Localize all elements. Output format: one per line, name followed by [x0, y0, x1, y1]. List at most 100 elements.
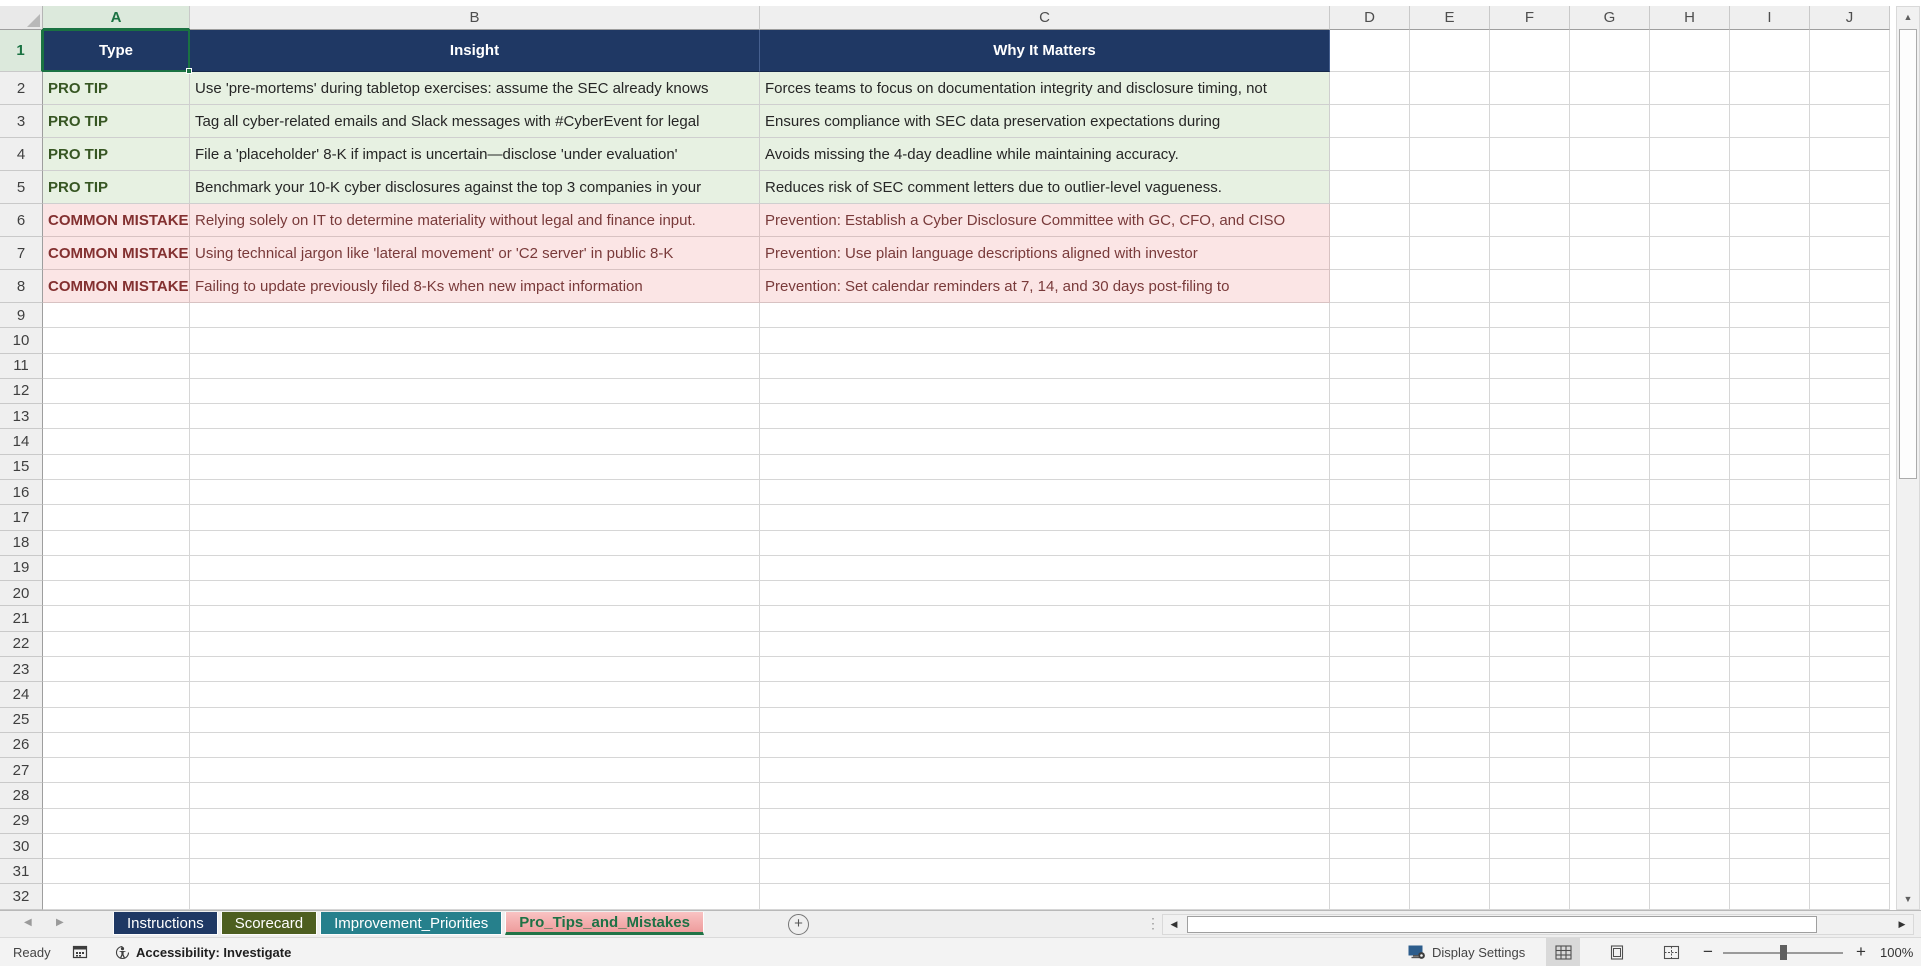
cell-H27[interactable]: [1650, 758, 1730, 784]
cell-A7[interactable]: COMMON MISTAKE: [43, 237, 190, 270]
cell-G22[interactable]: [1570, 631, 1650, 657]
row-header-28[interactable]: 28: [0, 783, 43, 809]
select-all-button[interactable]: [0, 6, 43, 30]
cell-J32[interactable]: [1810, 884, 1890, 910]
cell-F2[interactable]: [1490, 72, 1570, 105]
cell-E16[interactable]: [1410, 479, 1490, 506]
cell-B14[interactable]: [190, 429, 760, 455]
cell-G32[interactable]: [1570, 884, 1650, 910]
cell-J22[interactable]: [1810, 631, 1890, 657]
cell-C31[interactable]: [760, 859, 1330, 885]
cell-D8[interactable]: [1330, 270, 1410, 303]
cell-H1[interactable]: [1650, 30, 1730, 72]
cell-C23[interactable]: [760, 656, 1330, 683]
cell-F5[interactable]: [1490, 171, 1570, 204]
cell-J3[interactable]: [1810, 105, 1890, 138]
row-header-2[interactable]: 2: [0, 72, 43, 105]
cell-A18[interactable]: [43, 530, 190, 556]
row-header-9[interactable]: 9: [0, 303, 43, 329]
row-header-26[interactable]: 26: [0, 732, 43, 759]
sheet-tab-instructions[interactable]: Instructions: [113, 912, 218, 935]
cell-H20[interactable]: [1650, 581, 1730, 607]
cell-C3[interactable]: Ensures compliance with SEC data preserv…: [760, 105, 1330, 138]
cell-B12[interactable]: [190, 378, 760, 405]
cell-B8[interactable]: Failing to update previously filed 8-Ks …: [190, 270, 760, 303]
row-header-13[interactable]: 13: [0, 404, 43, 430]
cell-D15[interactable]: [1330, 454, 1410, 480]
column-header-E[interactable]: E: [1410, 6, 1490, 30]
cell-E6[interactable]: [1410, 204, 1490, 237]
cell-A1[interactable]: Type: [43, 30, 190, 72]
cell-J25[interactable]: [1810, 707, 1890, 733]
cell-A14[interactable]: [43, 429, 190, 455]
row-header-3[interactable]: 3: [0, 105, 43, 138]
cell-D9[interactable]: [1330, 303, 1410, 329]
sheet-tab-improvement-priorities[interactable]: Improvement_Priorities: [320, 912, 503, 935]
cell-F20[interactable]: [1490, 581, 1570, 607]
cell-F17[interactable]: [1490, 505, 1570, 531]
cell-G17[interactable]: [1570, 505, 1650, 531]
accessibility-checker[interactable]: Accessibility: Investigate: [114, 938, 291, 966]
cell-C6[interactable]: Prevention: Establish a Cyber Disclosure…: [760, 204, 1330, 237]
zoom-slider-handle[interactable]: [1780, 945, 1787, 960]
cell-I30[interactable]: [1730, 833, 1810, 860]
cell-B15[interactable]: [190, 454, 760, 480]
cell-I16[interactable]: [1730, 479, 1810, 506]
cell-F4[interactable]: [1490, 138, 1570, 171]
cell-C22[interactable]: [760, 631, 1330, 657]
cell-H21[interactable]: [1650, 606, 1730, 632]
cell-I15[interactable]: [1730, 454, 1810, 480]
cell-J14[interactable]: [1810, 429, 1890, 455]
cell-H26[interactable]: [1650, 732, 1730, 759]
cell-B30[interactable]: [190, 833, 760, 860]
cell-H5[interactable]: [1650, 171, 1730, 204]
cell-C21[interactable]: [760, 606, 1330, 632]
cell-H17[interactable]: [1650, 505, 1730, 531]
cell-F6[interactable]: [1490, 204, 1570, 237]
cell-I11[interactable]: [1730, 353, 1810, 379]
row-header-10[interactable]: 10: [0, 328, 43, 354]
cell-I17[interactable]: [1730, 505, 1810, 531]
cell-J10[interactable]: [1810, 328, 1890, 354]
cell-F19[interactable]: [1490, 555, 1570, 582]
macro-record-icon[interactable]: [72, 938, 88, 966]
cell-D11[interactable]: [1330, 353, 1410, 379]
cell-H11[interactable]: [1650, 353, 1730, 379]
cell-I20[interactable]: [1730, 581, 1810, 607]
cell-A27[interactable]: [43, 758, 190, 784]
cell-C1[interactable]: Why It Matters: [760, 30, 1330, 72]
cell-J4[interactable]: [1810, 138, 1890, 171]
cell-E27[interactable]: [1410, 758, 1490, 784]
cell-B17[interactable]: [190, 505, 760, 531]
cell-C26[interactable]: [760, 732, 1330, 759]
cell-A25[interactable]: [43, 707, 190, 733]
row-header-15[interactable]: 15: [0, 454, 43, 480]
cell-J13[interactable]: [1810, 404, 1890, 430]
row-header-20[interactable]: 20: [0, 581, 43, 607]
cell-C14[interactable]: [760, 429, 1330, 455]
cell-G30[interactable]: [1570, 833, 1650, 860]
cell-F16[interactable]: [1490, 479, 1570, 506]
cell-C32[interactable]: [760, 884, 1330, 910]
cell-B29[interactable]: [190, 808, 760, 834]
vertical-scrollbar-thumb[interactable]: [1899, 29, 1917, 479]
cell-I9[interactable]: [1730, 303, 1810, 329]
cell-I6[interactable]: [1730, 204, 1810, 237]
cell-H18[interactable]: [1650, 530, 1730, 556]
cell-J31[interactable]: [1810, 859, 1890, 885]
column-header-C[interactable]: C: [760, 6, 1330, 30]
cell-A31[interactable]: [43, 859, 190, 885]
cell-H15[interactable]: [1650, 454, 1730, 480]
cell-B20[interactable]: [190, 581, 760, 607]
cell-E1[interactable]: [1410, 30, 1490, 72]
horizontal-scrollbar-thumb[interactable]: [1187, 916, 1817, 933]
cell-C9[interactable]: [760, 303, 1330, 329]
cell-G4[interactable]: [1570, 138, 1650, 171]
cell-J21[interactable]: [1810, 606, 1890, 632]
cell-F29[interactable]: [1490, 808, 1570, 834]
column-header-A[interactable]: A: [43, 6, 190, 30]
cell-I3[interactable]: [1730, 105, 1810, 138]
cell-E18[interactable]: [1410, 530, 1490, 556]
cell-E20[interactable]: [1410, 581, 1490, 607]
cell-E5[interactable]: [1410, 171, 1490, 204]
